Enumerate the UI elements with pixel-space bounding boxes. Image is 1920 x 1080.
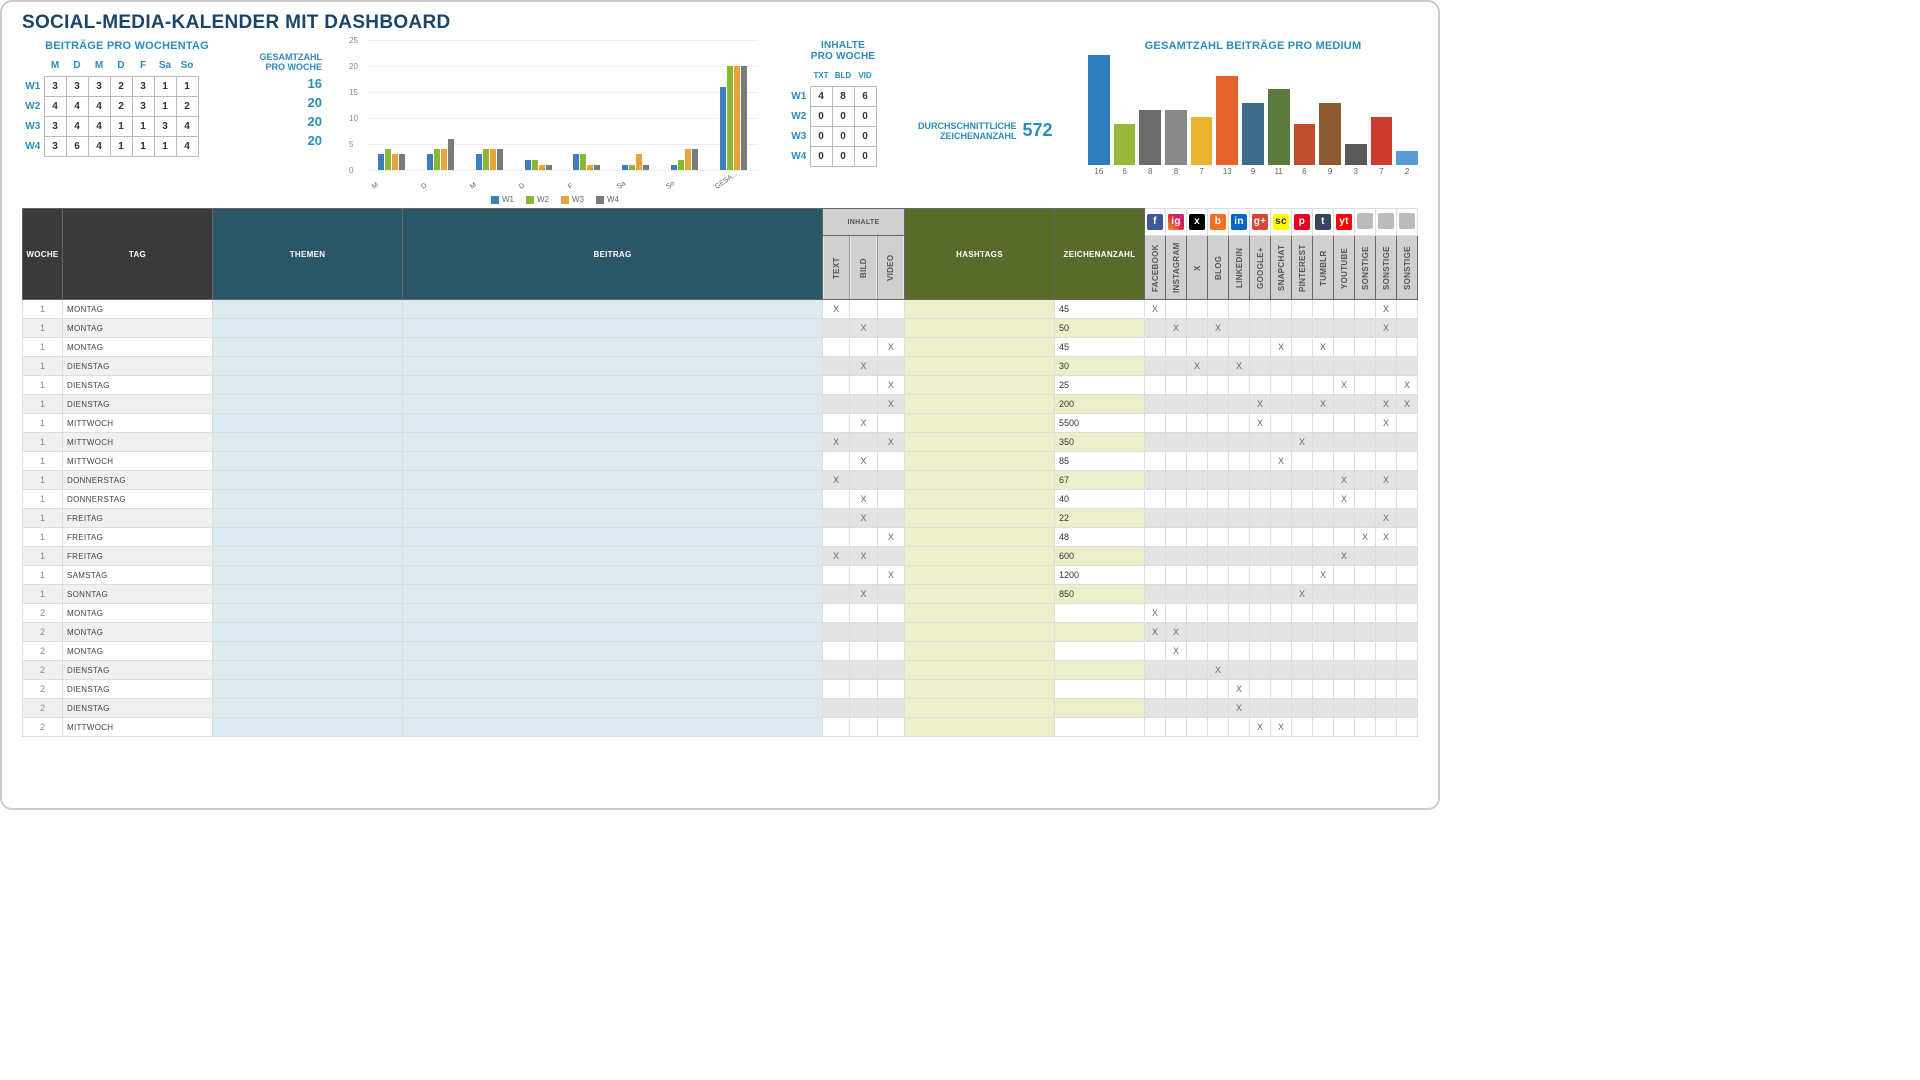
page-title: SOCIAL-MEDIA-KALENDER MIT DASHBOARD	[22, 12, 1418, 34]
channel-icon: in	[1231, 214, 1247, 230]
dashboard: BEITRÄGE PRO WOCHENTAG MDMDFSaSoW1333231…	[22, 40, 1418, 200]
channel-icon: yt	[1336, 214, 1352, 230]
weekday-table: MDMDFSaSoW13332311W24442312W33441134W436…	[22, 56, 199, 157]
medium-title: GESAMTZAHL BEITRÄGE PRO MEDIUM	[1088, 40, 1418, 52]
weekday-block: BEITRÄGE PRO WOCHENTAG MDMDFSaSoW1333231…	[22, 40, 232, 157]
table-row: 1SONNTAGX850X	[23, 585, 1418, 604]
table-row: 2DIENSTAGX	[23, 661, 1418, 680]
totals-value: 20	[252, 95, 322, 110]
table-row: 1MONTAGX50XXX	[23, 319, 1418, 338]
totals-value: 16	[252, 76, 322, 91]
table-row: 1SAMSTAGX1200X	[23, 566, 1418, 585]
channel-icon	[1378, 213, 1394, 229]
table-row: 2DIENSTAGX	[23, 680, 1418, 699]
table-row: 2DIENSTAGX	[23, 699, 1418, 718]
table-row: 1MONTAGX45XX	[23, 338, 1418, 357]
table-row: 1MONTAGX45XX	[23, 300, 1418, 319]
table-row: 1FREITAGX22X	[23, 509, 1418, 528]
table-row: 1MITTWOCHXX350X	[23, 433, 1418, 452]
channel-icon: sc	[1273, 214, 1289, 230]
table-row: 1DONNERSTAGX67XX	[23, 471, 1418, 490]
table-row: 1DONNERSTAGX40X	[23, 490, 1418, 509]
table-row: 1DIENSTAGX200XXXX	[23, 395, 1418, 414]
inhalte-title: INHALTE PRO WOCHE	[788, 40, 898, 62]
table-row: 2MITTWOCHXX	[23, 718, 1418, 737]
totals-label: GESAMTZAHL PRO WOCHE	[252, 52, 322, 72]
table-row: 2MONTAGXX	[23, 623, 1418, 642]
table-row: 1MITTWOCHX5500XX	[23, 414, 1418, 433]
channel-icon: x	[1189, 214, 1205, 230]
table-row: 2MONTAGX	[23, 604, 1418, 623]
table-row: 1DIENSTAGX30XX	[23, 357, 1418, 376]
inhalte-table: TXTBLDVIDW1486W2000W3000W4000	[788, 66, 877, 167]
channel-icon: b	[1210, 214, 1226, 230]
totals-value: 20	[252, 133, 322, 148]
avg-block: DURCHSCHNITTLICHE ZEICHENANZAHL 572	[918, 40, 1068, 141]
avg-value: 572	[1023, 120, 1053, 141]
table-row: 1FREITAGXX600X	[23, 547, 1418, 566]
channel-icon: ig	[1168, 214, 1184, 230]
weekday-title: BEITRÄGE PRO WOCHENTAG	[22, 40, 232, 52]
avg-label: DURCHSCHNITTLICHE ZEICHENANZAHL	[918, 121, 1017, 141]
channel-icon: g+	[1252, 214, 1268, 230]
channel-icon: p	[1294, 214, 1310, 230]
table-row: 1MITTWOCHX85X	[23, 452, 1418, 471]
table-row: 1DIENSTAGX25XX	[23, 376, 1418, 395]
table-row: 2MONTAGX	[23, 642, 1418, 661]
totals-value: 20	[252, 114, 322, 129]
channel-icon	[1357, 213, 1373, 229]
bar-chart: 0510152025MDMDFSaSoGESA... W1W2W3W4	[342, 40, 768, 200]
inhalte-block: INHALTE PRO WOCHE TXTBLDVIDW1486W2000W30…	[788, 40, 898, 167]
totals-block: GESAMTZAHL PRO WOCHE 16 20 20 20	[252, 40, 322, 148]
medium-block: GESAMTZAHL BEITRÄGE PRO MEDIUM 166887139…	[1088, 40, 1418, 176]
main-table: WOCHETAGTHEMENBEITRAGINHALTEHASHTAGSZEIC…	[22, 208, 1418, 737]
channel-icon: f	[1147, 214, 1163, 230]
channel-icon: t	[1315, 214, 1331, 230]
table-row: 1FREITAGX48XX	[23, 528, 1418, 547]
channel-icon	[1399, 213, 1415, 229]
